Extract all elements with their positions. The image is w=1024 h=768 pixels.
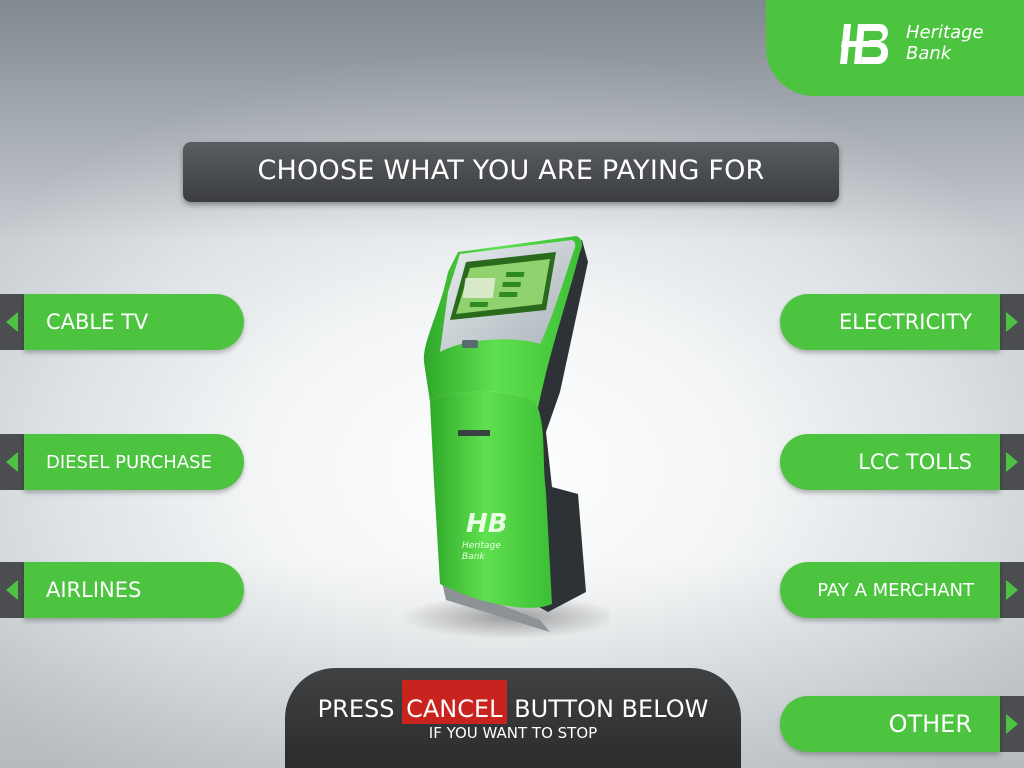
- option-label: CABLE TV: [24, 294, 244, 350]
- svg-text:HB: HB: [466, 509, 508, 539]
- arrow-left-icon: [6, 580, 18, 600]
- option-label: ELECTRICITY: [780, 294, 1000, 350]
- option-lcc-tolls-button[interactable]: LCC TOLLS: [780, 434, 1024, 490]
- cancel-suffix: BUTTON BELOW: [514, 695, 709, 723]
- brand-logo-panel: Heritage Bank: [766, 0, 1024, 96]
- option-pay-a-merchant-button[interactable]: PAY A MERCHANT: [780, 562, 1024, 618]
- cancel-instruction-line1: PRESS CANCEL BUTTON BELOW: [285, 680, 741, 724]
- arrow-right-icon: [1006, 714, 1018, 734]
- option-label: DIESEL PURCHASE: [24, 434, 244, 490]
- page-title: CHOOSE WHAT YOU ARE PAYING FOR: [183, 142, 839, 202]
- heritage-bank-logo-icon: [840, 24, 889, 64]
- kiosk-brand-line2: Bank: [462, 552, 485, 562]
- brand-name-line1: Heritage: [906, 22, 984, 43]
- brand-name-line2: Bank: [906, 43, 952, 64]
- arrow-left-icon: [6, 452, 18, 472]
- option-diesel-purchase-button[interactable]: DIESEL PURCHASE: [0, 434, 244, 490]
- option-label: AIRLINES: [24, 562, 244, 618]
- brand-name: Heritage Bank: [906, 22, 984, 64]
- option-other-button[interactable]: OTHER: [780, 696, 1024, 752]
- arrow-right-icon: [1006, 452, 1018, 472]
- cancel-instruction-panel: PRESS CANCEL BUTTON BELOW IF YOU WANT TO…: [285, 668, 741, 768]
- arrow-right-icon: [1006, 312, 1018, 332]
- option-label: PAY A MERCHANT: [780, 562, 1000, 618]
- option-electricity-button[interactable]: ELECTRICITY: [780, 294, 1024, 350]
- cancel-highlight: CANCEL: [402, 680, 507, 724]
- cancel-instruction-line2: IF YOU WANT TO STOP: [428, 724, 598, 742]
- arrow-left-icon: [6, 312, 18, 332]
- option-airlines-button[interactable]: AIRLINES: [0, 562, 244, 618]
- option-label: LCC TOLLS: [780, 434, 1000, 490]
- cancel-prefix: PRESS: [317, 695, 395, 723]
- option-cable-tv-button[interactable]: CABLE TV: [0, 294, 244, 350]
- kiosk-illustration: HB Heritage Bank: [400, 236, 610, 639]
- kiosk-brand-line1: Heritage: [462, 541, 501, 551]
- arrow-right-icon: [1006, 580, 1018, 600]
- option-label: OTHER: [780, 696, 1000, 752]
